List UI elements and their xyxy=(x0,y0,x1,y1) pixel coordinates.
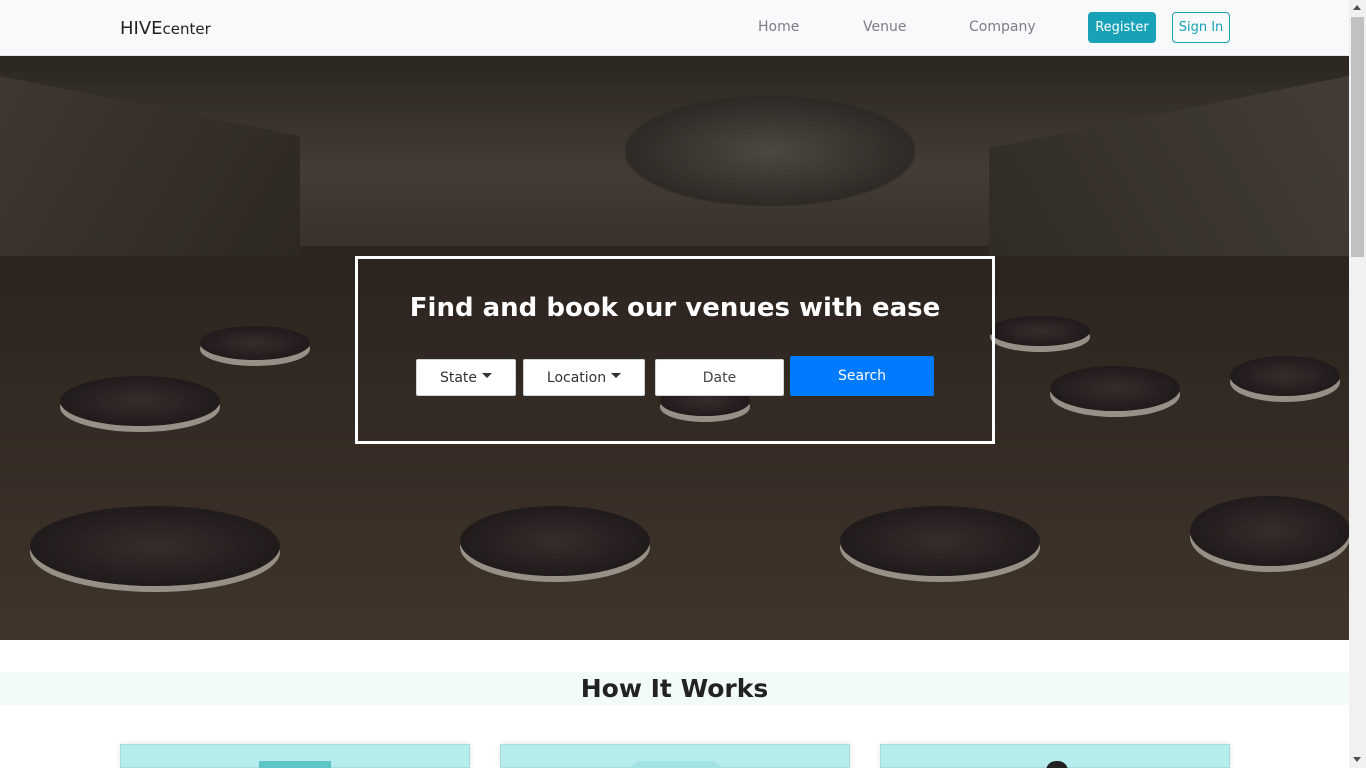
state-dropdown[interactable]: State xyxy=(416,359,516,396)
location-dropdown[interactable]: Location xyxy=(523,359,645,396)
caret-down-icon xyxy=(482,373,493,378)
step-illustration xyxy=(1046,761,1068,768)
hero-title: Find and book our venues with ease xyxy=(409,293,941,323)
caret-down-icon xyxy=(611,373,622,378)
step-illustration xyxy=(631,761,721,768)
scroll-down-arrow-icon[interactable] xyxy=(1353,757,1361,762)
how-it-works-card-1 xyxy=(120,744,470,768)
scrollbar-thumb[interactable] xyxy=(1351,17,1364,257)
step-illustration xyxy=(259,761,331,768)
search-button[interactable]: Search xyxy=(790,356,934,396)
nav-link-company[interactable]: Company xyxy=(969,19,1036,35)
top-navbar: HIVEcenter Home Venue Company Register S… xyxy=(0,0,1349,56)
search-panel: Find and book our venues with ease State… xyxy=(355,256,995,444)
date-input[interactable] xyxy=(655,359,784,396)
location-dropdown-label: Location xyxy=(546,369,607,386)
nav-link-home[interactable]: Home xyxy=(758,19,799,35)
register-button[interactable]: Register xyxy=(1088,12,1156,43)
brand-small: center xyxy=(162,20,211,38)
hero-section: Find and book our venues with ease State… xyxy=(0,56,1349,640)
scroll-up-arrow-icon[interactable] xyxy=(1353,5,1361,10)
nav-link-venue[interactable]: Venue xyxy=(863,19,906,35)
how-it-works-card-2 xyxy=(500,744,850,768)
sign-in-button[interactable]: Sign In xyxy=(1172,12,1230,43)
brand-logo[interactable]: HIVEcenter xyxy=(120,18,211,39)
page-scrollbar[interactable] xyxy=(1349,0,1366,768)
how-it-works-card-3 xyxy=(880,744,1230,768)
how-it-works-title: How It Works xyxy=(580,674,769,703)
brand-main: HIVE xyxy=(120,18,163,39)
state-dropdown-label: State xyxy=(439,369,478,386)
